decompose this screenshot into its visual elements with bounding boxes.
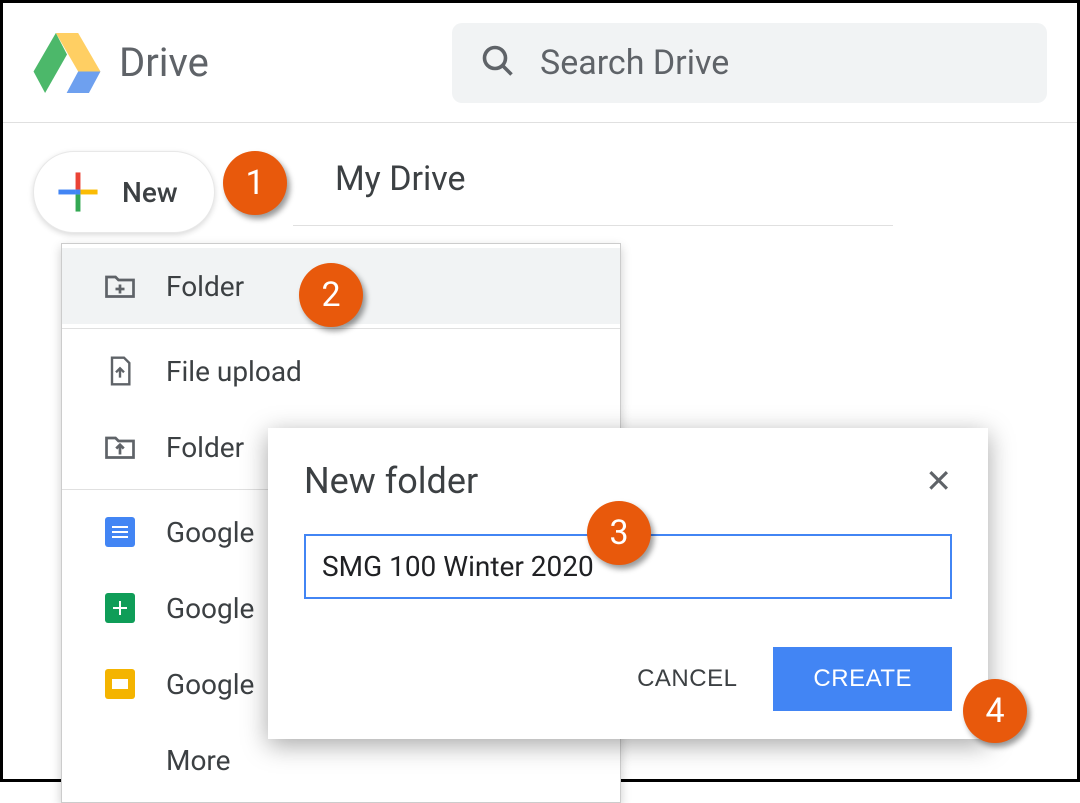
menu-label: Google	[166, 516, 254, 549]
menu-label: Google	[166, 592, 254, 625]
breadcrumb[interactable]: My Drive	[293, 151, 893, 226]
close-button[interactable]: ✕	[925, 462, 952, 500]
folder-upload-icon	[102, 429, 138, 465]
close-icon: ✕	[925, 463, 952, 499]
file-upload-icon	[102, 353, 138, 389]
cancel-button[interactable]: CANCEL	[637, 665, 737, 693]
menu-label: Folder	[166, 270, 244, 303]
callout-4: 4	[963, 679, 1027, 743]
menu-label: Google	[166, 668, 254, 701]
menu-label: Folder	[166, 431, 244, 464]
callout-1: 1	[223, 151, 287, 215]
slides-icon	[102, 666, 138, 702]
logo-area[interactable]: Drive	[33, 33, 209, 93]
product-name: Drive	[119, 39, 209, 86]
menu-label: More	[166, 744, 231, 777]
new-button[interactable]: New	[33, 151, 215, 233]
dialog-title: New folder	[304, 460, 478, 502]
drive-logo-icon	[33, 33, 101, 93]
header-bar: Drive Search Drive	[3, 3, 1077, 123]
new-button-label: New	[122, 176, 178, 209]
create-button[interactable]: CREATE	[773, 647, 952, 711]
sheets-icon	[102, 590, 138, 626]
menu-item-file-upload[interactable]: File upload	[62, 333, 620, 409]
docs-icon	[102, 514, 138, 550]
blank-icon	[102, 742, 138, 778]
search-placeholder: Search Drive	[540, 43, 729, 83]
search-icon	[480, 43, 516, 83]
folder-new-icon	[102, 268, 138, 304]
menu-label: File upload	[166, 355, 302, 388]
search-bar[interactable]: Search Drive	[452, 23, 1047, 103]
main-area: My Drive	[293, 123, 1077, 233]
new-folder-dialog: New folder ✕ CANCEL CREATE	[268, 428, 988, 739]
plus-icon	[56, 170, 100, 214]
callout-2: 2	[299, 263, 363, 327]
callout-3: 3	[587, 501, 651, 565]
